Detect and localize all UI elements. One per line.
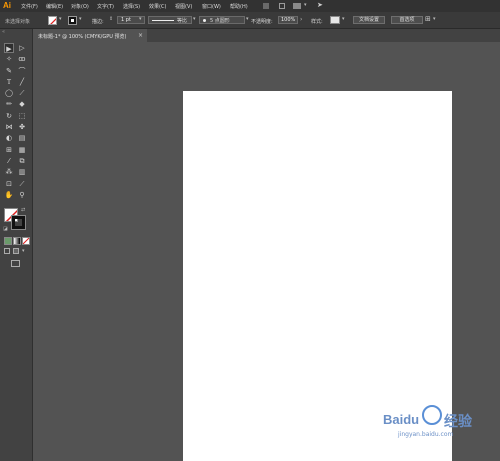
width-tool-icon[interactable]: ⋈ xyxy=(4,122,14,132)
blend-tool-icon[interactable]: ⧉ xyxy=(17,156,27,166)
fill-swatch[interactable] xyxy=(48,16,57,25)
draw-mode-dropdown-icon[interactable]: ▾ xyxy=(22,248,25,254)
style-label: 样式: xyxy=(311,19,323,25)
symbol-sprayer-tool-icon[interactable]: ⁂ xyxy=(4,167,14,177)
stroke-inner-icon xyxy=(71,19,74,22)
draw-normal-icon[interactable] xyxy=(4,248,10,254)
shape-builder-tool-icon[interactable]: ◐ xyxy=(4,133,14,143)
app-logo: Ai xyxy=(3,1,11,10)
pen-tool-icon[interactable]: ✎ xyxy=(4,66,14,76)
selection-status: 未选择对象 xyxy=(5,19,31,25)
profile-dropdown-icon[interactable]: ▾ xyxy=(193,16,196,22)
fill-dropdown-icon[interactable]: ▾ xyxy=(59,16,62,22)
swap-colors-icon[interactable]: ⇄ xyxy=(21,207,25,213)
eraser-tool-icon[interactable]: ◆ xyxy=(17,99,27,109)
align-dropdown-icon[interactable]: ▾ xyxy=(433,16,436,22)
brush-dropdown-icon[interactable]: ▾ xyxy=(246,16,249,22)
stroke-weight-value: 1 pt xyxy=(121,17,131,23)
menu-help[interactable]: 帮助(H) xyxy=(230,3,248,10)
eyedropper-tool-icon[interactable]: ⁄ xyxy=(4,156,14,166)
send-icon[interactable]: ➤ xyxy=(317,1,323,9)
style-dropdown-icon[interactable]: ▾ xyxy=(342,16,345,22)
chevron-down-icon[interactable]: ▾ xyxy=(304,2,307,8)
paintbrush-tool-icon[interactable]: ⟋ xyxy=(17,88,27,98)
menu-object[interactable]: 对象(O) xyxy=(71,3,89,10)
document-tabs: 未标题-1* @ 100% (CMYK/GPU 预览) × xyxy=(34,29,500,42)
opacity-label[interactable]: 不透明度: xyxy=(251,18,273,25)
gradient-tool-icon[interactable]: ▦ xyxy=(17,145,27,155)
menu-view[interactable]: 视图(V) xyxy=(175,3,192,10)
none-slash-icon xyxy=(23,238,29,244)
stock-icon[interactable] xyxy=(279,3,285,9)
stroke-color-box[interactable] xyxy=(11,215,26,230)
stroke-label[interactable]: 描边: xyxy=(92,18,104,25)
watermark-brand-text: Baidu xyxy=(383,412,420,427)
stroke-stepper-icon[interactable]: ⇕ xyxy=(109,16,113,22)
brush-dot-icon xyxy=(203,19,206,22)
control-bar: 未选择对象 ▾ ▾ 描边: ⇕ 1 pt ▾ 等比 ▾ 5 点圆形 ▾ 不透明度… xyxy=(0,12,500,29)
default-colors-icon[interactable]: ◪ xyxy=(3,226,8,232)
magic-wand-tool-icon[interactable]: ✧ xyxy=(4,54,14,64)
column-graph-tool-icon[interactable]: ▥ xyxy=(17,167,27,177)
brush-definition-field[interactable]: 5 点圆形 xyxy=(199,16,245,24)
opacity-arrow-icon[interactable]: › xyxy=(300,16,302,23)
menu-select[interactable]: 选择(S) xyxy=(123,3,140,10)
menu-type[interactable]: 文字(T) xyxy=(97,3,114,10)
opacity-field[interactable]: 100% xyxy=(278,16,298,24)
color-mode-icon[interactable] xyxy=(4,237,12,245)
line-tool-icon[interactable]: ╱ xyxy=(17,77,27,87)
paw-logo-icon xyxy=(422,405,442,425)
puppet-warp-tool-icon[interactable]: ✤ xyxy=(17,122,27,132)
none-fill-icon xyxy=(50,18,56,24)
document-setup-button[interactable]: 文档设置 xyxy=(353,16,385,24)
watermark-suffix-text: 经验 xyxy=(444,414,472,430)
stroke-dropdown-icon[interactable]: ▾ xyxy=(79,16,82,22)
arrange-documents-icon[interactable] xyxy=(293,3,301,9)
bridge-icon[interactable] xyxy=(263,3,269,9)
selection-tool-icon[interactable]: ▶ xyxy=(4,43,14,53)
lasso-tool-icon[interactable]: ꝏ xyxy=(17,54,27,64)
document-tab-title: 未标题-1* @ 100% (CMYK/GPU 预览) xyxy=(38,34,127,40)
artboard[interactable] xyxy=(183,91,452,461)
type-tool-icon[interactable]: T xyxy=(4,77,14,87)
none-mode-icon[interactable] xyxy=(22,237,30,245)
direct-selection-tool-icon[interactable]: ▷ xyxy=(17,43,27,53)
menu-file[interactable]: 文件(F) xyxy=(21,3,38,10)
collapse-icon[interactable]: « xyxy=(2,29,5,35)
tools-panel: « ▶ ▷ ✧ ꝏ ✎ ⌒ T ╱ ◯ ⟋ ✏ ◆ ↻ ⬚ ⋈ ✤ ◐ ▤ ⊞ … xyxy=(0,29,33,461)
preferences-button[interactable]: 首选项 xyxy=(391,16,423,24)
ellipse-tool-icon[interactable]: ◯ xyxy=(4,88,14,98)
profile-label: 等比 xyxy=(177,18,188,24)
watermark-suffix: 经验 xyxy=(444,411,472,431)
stroke-weight-dropdown-icon[interactable]: ▾ xyxy=(139,16,142,22)
slice-tool-icon[interactable]: ⟋ xyxy=(17,179,27,189)
rotate-tool-icon[interactable]: ↻ xyxy=(4,111,14,121)
menu-effect[interactable]: 效果(C) xyxy=(149,3,166,10)
document-tab[interactable]: 未标题-1* @ 100% (CMYK/GPU 预览) × xyxy=(34,29,147,42)
watermark-url: jingyan.baidu.com xyxy=(398,431,454,438)
menu-bar: Ai 文件(F) 编辑(E) 对象(O) 文字(T) 选择(S) 效果(C) 视… xyxy=(0,0,500,12)
menu-edit[interactable]: 编辑(E) xyxy=(46,3,63,10)
width-profile-field[interactable]: 等比 xyxy=(148,16,192,24)
draw-behind-icon[interactable] xyxy=(13,248,19,254)
menu-window[interactable]: 窗口(W) xyxy=(202,3,221,10)
screen-mode-icon[interactable] xyxy=(11,260,20,267)
profile-line-icon xyxy=(152,20,174,21)
zoom-tool-icon[interactable]: ⚲ xyxy=(17,190,27,200)
curvature-tool-icon[interactable]: ⌒ xyxy=(17,66,27,76)
scale-tool-icon[interactable]: ⬚ xyxy=(17,111,27,121)
pencil-tool-icon[interactable]: ✏ xyxy=(4,99,14,109)
close-tab-icon[interactable]: × xyxy=(138,32,143,39)
hand-tool-icon[interactable]: ✋ xyxy=(4,190,14,200)
gradient-mode-icon[interactable] xyxy=(13,237,21,245)
stroke-swatch[interactable] xyxy=(68,16,77,25)
perspective-grid-tool-icon[interactable]: ▤ xyxy=(17,133,27,143)
opacity-value: 100% xyxy=(281,17,296,23)
mesh-tool-icon[interactable]: ⊞ xyxy=(4,145,14,155)
watermark-brand: Baidu xyxy=(383,412,419,427)
brush-label: 5 点圆形 xyxy=(210,18,230,24)
graphic-style-swatch[interactable] xyxy=(330,16,340,24)
artboard-tool-icon[interactable]: ⊡ xyxy=(4,179,14,189)
align-icon[interactable]: ⊞ xyxy=(425,15,431,23)
